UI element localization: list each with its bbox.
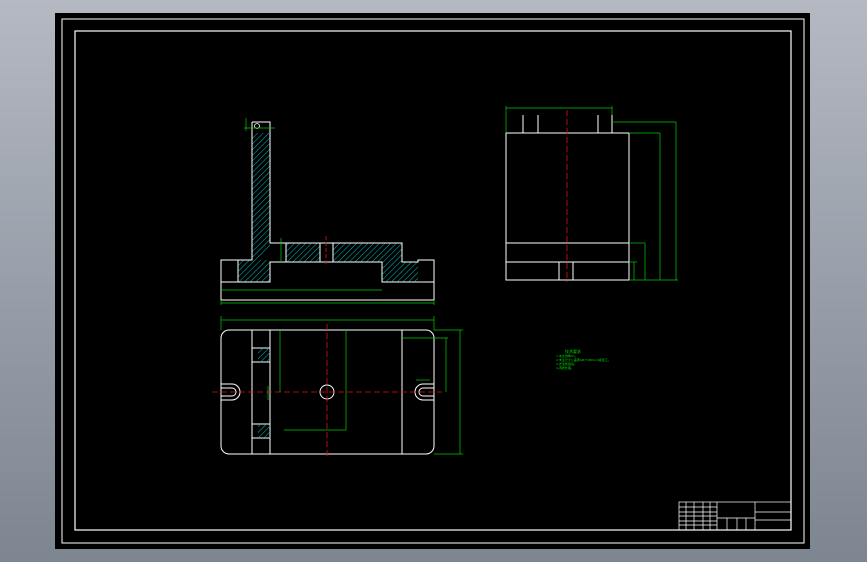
base-hatch-right <box>382 262 418 282</box>
paper <box>55 13 810 549</box>
base-hatch-left <box>238 260 270 282</box>
post-hatch <box>252 133 270 260</box>
notes-line-4: 4.调质处理。 <box>556 365 574 370</box>
base-hatch-middle <box>286 243 402 262</box>
drawing-sheet: 技术要求 1.未注倒角C1。 2.未注尺寸公差按GB/T1804-m级加工。 3… <box>55 13 810 549</box>
